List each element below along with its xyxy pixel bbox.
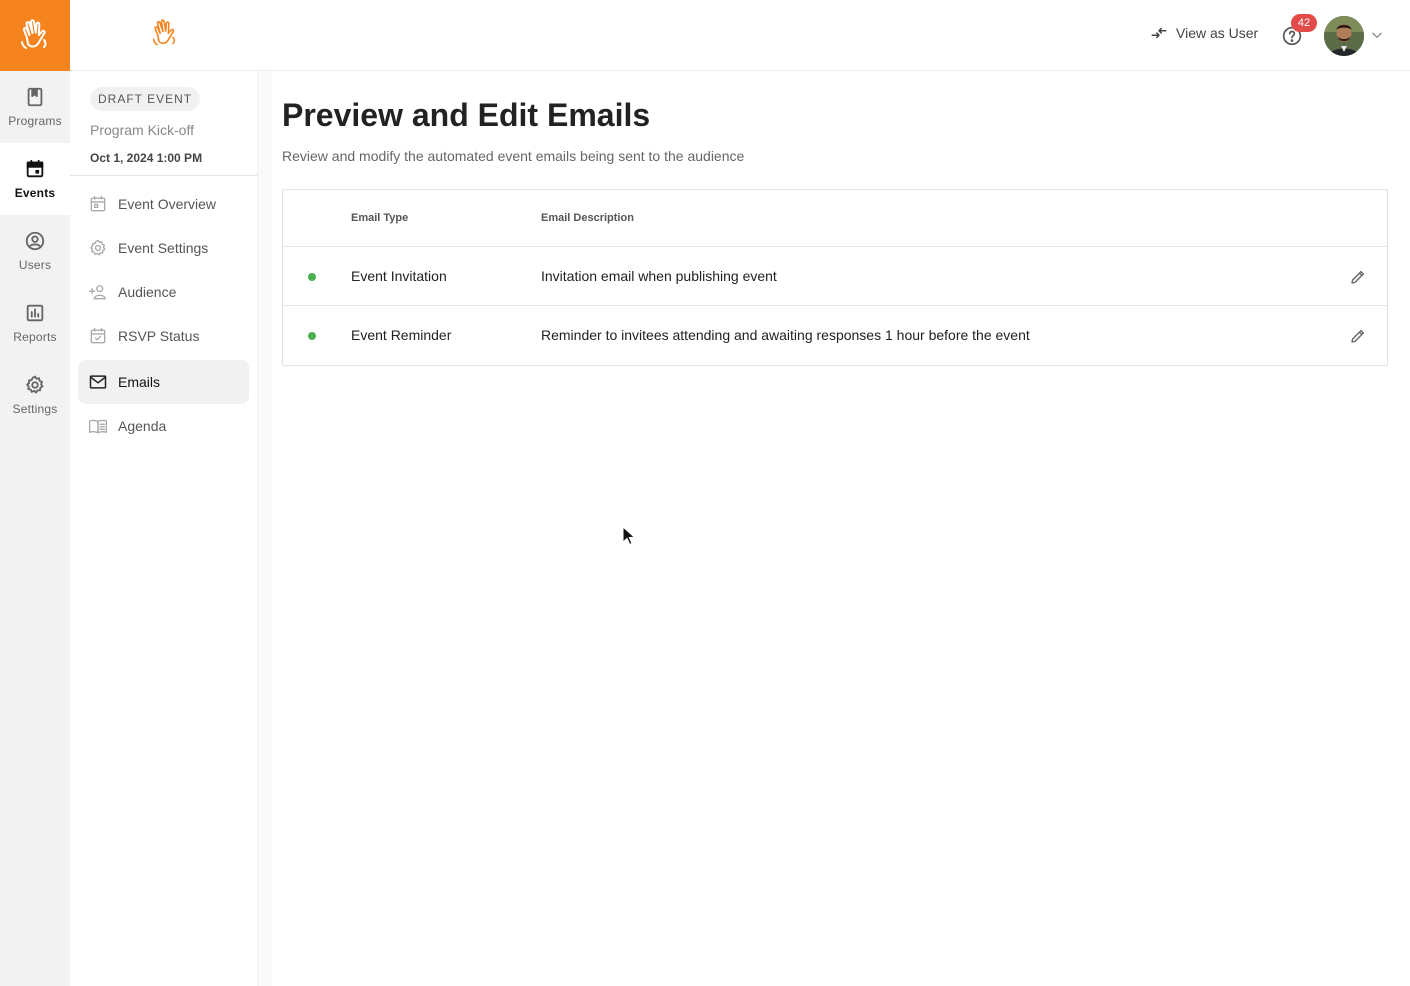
table-row[interactable]: Event Reminder Reminder to invitees atte…: [283, 306, 1387, 365]
subnav-item-agenda[interactable]: Agenda: [78, 404, 249, 448]
content-edge: [258, 71, 272, 986]
rail-label-users: Users: [18, 258, 52, 272]
page-subtitle: Review and modify the automated event em…: [282, 148, 745, 164]
add-person-icon: [89, 285, 106, 300]
top-bar: View as User 42: [70, 0, 1410, 71]
event-sidebar: DRAFT EVENT Program Kick-off Oct 1, 2024…: [70, 71, 258, 986]
waving-hand-logo-icon: [152, 19, 176, 46]
page-title: Preview and Edit Emails: [282, 97, 651, 133]
event-name: Program Kick-off: [90, 122, 194, 138]
table-header: Email Type Email Description: [283, 190, 1387, 247]
emails-table: Email Type Email Description Event Invit…: [282, 189, 1388, 366]
user-circle-icon: [25, 231, 45, 251]
subnav-label-emails: Emails: [118, 374, 161, 390]
calendar-icon: [26, 159, 44, 178]
waving-hand-icon: [21, 18, 47, 49]
email-type: Event Reminder: [351, 327, 452, 343]
subnav-item-audience[interactable]: Audience: [78, 270, 249, 314]
rail-label-programs: Programs: [8, 114, 62, 128]
gear-icon: [26, 375, 44, 394]
mail-icon: [89, 375, 107, 389]
swap-arrows-icon: [1151, 27, 1167, 39]
rail-item-users[interactable]: Users: [0, 215, 70, 287]
subnav-item-event-overview[interactable]: Event Overview: [78, 182, 249, 226]
rail-item-events[interactable]: Events: [0, 143, 70, 215]
rail-item-programs[interactable]: Programs: [0, 71, 70, 143]
main-content: Preview and Edit Emails Review and modif…: [258, 71, 1410, 986]
open-book-icon: [89, 419, 108, 434]
brand-logo[interactable]: [0, 0, 70, 71]
rail-label-settings: Settings: [12, 402, 58, 416]
column-header-email-type: Email Type: [351, 212, 409, 224]
mouse-cursor-icon: [622, 526, 636, 546]
subnav-item-emails[interactable]: Emails: [78, 360, 249, 404]
notification-badge: 42: [1291, 14, 1317, 32]
table-row[interactable]: Event Invitation Invitation email when p…: [283, 247, 1387, 306]
email-description: Invitation email when publishing event: [541, 268, 777, 284]
subnav-item-event-settings[interactable]: Event Settings: [78, 226, 249, 270]
calendar-outline-icon: [90, 195, 106, 212]
left-rail: Programs Events Users Reports Settings: [0, 0, 70, 986]
event-date: Oct 1, 2024 1:00 PM: [90, 151, 203, 165]
calendar-check-icon: [90, 327, 106, 344]
subnav-item-rsvp-status[interactable]: RSVP Status: [78, 314, 249, 358]
bar-chart-icon: [26, 304, 44, 322]
rail-item-reports[interactable]: Reports: [0, 287, 70, 359]
chevron-down-icon[interactable]: [1370, 28, 1384, 42]
subnav-label-event-overview: Event Overview: [118, 196, 217, 212]
gear-outline-icon: [90, 239, 106, 256]
user-photo-icon: [1324, 16, 1364, 56]
pencil-icon[interactable]: [1349, 327, 1367, 345]
view-as-user-label: View as User: [1176, 25, 1259, 41]
avatar[interactable]: [1324, 16, 1364, 56]
status-badge: DRAFT EVENT: [90, 87, 201, 111]
status-dot: [308, 332, 316, 340]
view-as-user-button[interactable]: View as User: [1150, 24, 1258, 42]
subnav-label-audience: Audience: [118, 284, 177, 300]
bookmark-book-icon: [27, 87, 43, 107]
pencil-icon[interactable]: [1349, 268, 1367, 286]
rail-item-settings[interactable]: Settings: [0, 359, 70, 431]
email-type: Event Invitation: [351, 268, 447, 284]
subnav-label-agenda: Agenda: [118, 418, 167, 434]
rail-label-events: Events: [14, 186, 56, 200]
column-header-email-description: Email Description: [541, 212, 634, 224]
divider: [70, 175, 258, 176]
rail-label-reports: Reports: [13, 330, 57, 344]
status-dot: [308, 273, 316, 281]
subnav-label-rsvp-status: RSVP Status: [118, 328, 200, 344]
email-description: Reminder to invitees attending and await…: [541, 327, 1030, 343]
subnav-label-event-settings: Event Settings: [118, 240, 209, 256]
